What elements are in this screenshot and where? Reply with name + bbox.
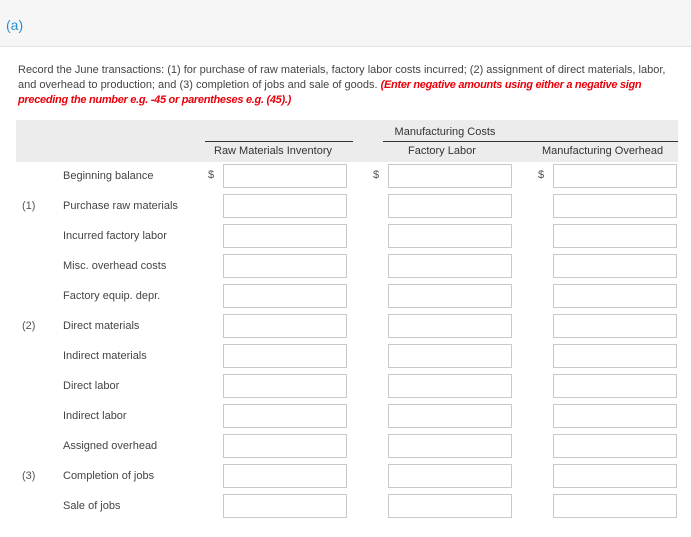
manufacturing-overhead-input[interactable] (553, 374, 677, 398)
factory-labor-input[interactable] (388, 224, 512, 248)
table-row: Beginning balance $ $ $ (0, 162, 691, 192)
row-number: (1) (22, 200, 36, 212)
row-label: Indirect labor (63, 410, 127, 422)
raw-materials-inventory-input[interactable] (223, 374, 347, 398)
factory-labor-input[interactable] (388, 254, 512, 278)
manufacturing-overhead-input[interactable] (553, 464, 677, 488)
part-label: (a) (6, 17, 24, 33)
raw-materials-inventory-input[interactable] (223, 164, 347, 188)
column-header-factory-labor: Factory Labor (408, 145, 476, 157)
table-row: Misc. overhead costs (0, 252, 691, 282)
group-header-rule (383, 141, 678, 142)
manufacturing-overhead-input[interactable] (553, 164, 677, 188)
factory-labor-input[interactable] (388, 494, 512, 518)
row-label: Sale of jobs (63, 500, 121, 512)
table-row: Factory equip. depr. (0, 282, 691, 312)
column-header-raw-materials-inventory: Raw Materials Inventory (214, 145, 332, 157)
raw-materials-inventory-input[interactable] (223, 404, 347, 428)
factory-labor-input[interactable] (388, 374, 512, 398)
currency-symbol: $ (208, 169, 215, 181)
row-label: Purchase raw materials (63, 200, 178, 212)
table-row: (3) Completion of jobs (0, 462, 691, 492)
table-row: (2) Direct materials (0, 312, 691, 342)
manufacturing-overhead-input[interactable] (553, 284, 677, 308)
column-header-rule (205, 141, 353, 142)
part-header-band: (a) (0, 0, 691, 47)
raw-materials-inventory-input[interactable] (223, 194, 347, 218)
group-header-manufacturing-costs: Manufacturing Costs (394, 126, 496, 138)
row-label: Direct materials (63, 320, 140, 332)
table-row: Indirect materials (0, 342, 691, 372)
manufacturing-overhead-input[interactable] (553, 224, 677, 248)
table-row: Sale of jobs (0, 492, 691, 522)
manufacturing-overhead-input[interactable] (553, 314, 677, 338)
table-row: (1) Purchase raw materials (0, 192, 691, 222)
raw-materials-inventory-input[interactable] (223, 284, 347, 308)
manufacturing-overhead-input[interactable] (553, 344, 677, 368)
raw-materials-inventory-input[interactable] (223, 434, 347, 458)
raw-materials-inventory-input[interactable] (223, 494, 347, 518)
table-row: Assigned overhead (0, 432, 691, 462)
raw-materials-inventory-input[interactable] (223, 314, 347, 338)
row-label: Indirect materials (63, 350, 147, 362)
row-label: Incurred factory labor (63, 230, 167, 242)
factory-labor-input[interactable] (388, 434, 512, 458)
row-label: Direct labor (63, 380, 120, 392)
factory-labor-input[interactable] (388, 314, 512, 338)
row-label: Completion of jobs (63, 470, 155, 482)
row-label: Beginning balance (63, 170, 154, 182)
row-label: Misc. overhead costs (63, 260, 167, 272)
currency-symbol: $ (373, 169, 380, 181)
row-label: Factory equip. depr. (63, 290, 161, 302)
factory-labor-input[interactable] (388, 164, 512, 188)
raw-materials-inventory-input[interactable] (223, 344, 347, 368)
raw-materials-inventory-input[interactable] (223, 224, 347, 248)
raw-materials-inventory-input[interactable] (223, 254, 347, 278)
factory-labor-input[interactable] (388, 404, 512, 428)
currency-symbol: $ (538, 169, 545, 181)
factory-labor-input[interactable] (388, 284, 512, 308)
factory-labor-input[interactable] (388, 194, 512, 218)
row-label: Assigned overhead (63, 440, 158, 452)
column-header-manufacturing-overhead: Manufacturing Overhead (542, 145, 664, 157)
row-number: (2) (22, 320, 36, 332)
instructions: Record the June transactions: (1) for pu… (18, 63, 683, 108)
raw-materials-inventory-input[interactable] (223, 464, 347, 488)
table-row: Indirect labor (0, 402, 691, 432)
factory-labor-input[interactable] (388, 464, 512, 488)
factory-labor-input[interactable] (388, 344, 512, 368)
manufacturing-overhead-input[interactable] (553, 434, 677, 458)
table-row: Direct labor (0, 372, 691, 402)
row-number: (3) (22, 470, 36, 482)
manufacturing-overhead-input[interactable] (553, 404, 677, 428)
manufacturing-overhead-input[interactable] (553, 194, 677, 218)
manufacturing-overhead-input[interactable] (553, 494, 677, 518)
manufacturing-overhead-input[interactable] (553, 254, 677, 278)
table-row: Incurred factory labor (0, 222, 691, 252)
